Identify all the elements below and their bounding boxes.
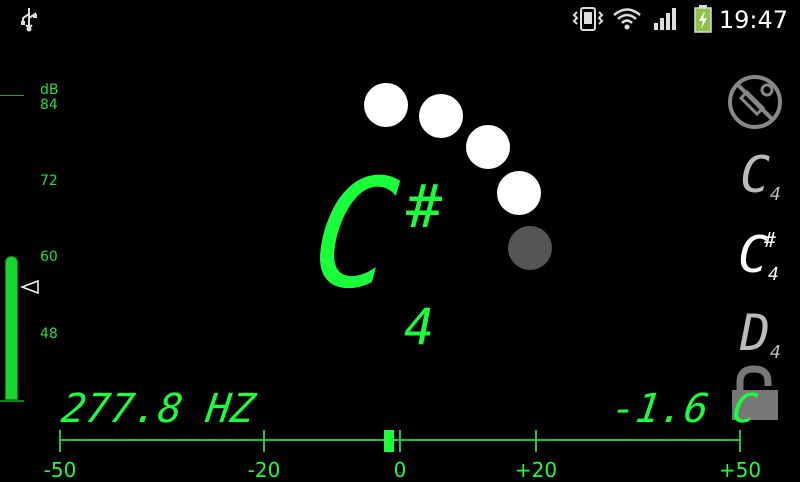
scale-tick: [739, 430, 741, 452]
cents-scale: -50 -20 0 +20 +50: [44, 430, 761, 482]
scale-tick: [263, 430, 265, 452]
note-sharp: #: [406, 172, 443, 242]
side-note-letter: D: [740, 304, 771, 362]
db-unit-label: dB: [40, 82, 59, 98]
side-note-octave: 4: [768, 264, 779, 285]
note-letter: C: [305, 148, 405, 322]
db-meter-base: [0, 400, 24, 402]
strobe-dot-faded: [508, 226, 552, 270]
side-note-letter: C: [740, 146, 771, 204]
wifi-icon: [613, 8, 641, 30]
usb-icon: [21, 8, 37, 32]
db-meter: dB 84 72 60 48: [0, 80, 70, 410]
mute-off-icon[interactable]: [727, 74, 783, 130]
clock: 19:47: [718, 6, 788, 34]
note-octave: 4: [404, 298, 435, 356]
db-level-bar: [5, 256, 18, 400]
scale-tick: [399, 430, 401, 452]
db-tick-label: 72: [40, 173, 58, 189]
db-tick-label: 60: [40, 249, 58, 265]
side-note-next[interactable]: D 4: [740, 308, 800, 368]
scale-tick: [59, 430, 61, 452]
battery-charging-icon: [694, 5, 712, 33]
db-threshold-marker-icon[interactable]: [20, 280, 40, 294]
strobe-dot: [497, 171, 541, 215]
strobe-dot: [466, 125, 510, 169]
scale-label: -20: [247, 458, 281, 482]
db-tick-label: 84: [40, 97, 58, 113]
cents-readout: -1.6 C: [608, 386, 760, 432]
frequency-readout: 277.8 HZ: [58, 386, 258, 432]
side-note-octave: 4: [770, 184, 781, 205]
scale-tick: [535, 430, 537, 452]
side-note-current[interactable]: C # 4: [738, 228, 798, 290]
db-reference-line: [0, 95, 24, 96]
scale-label: +50: [718, 458, 762, 482]
cents-needle: [384, 430, 395, 452]
strobe-dot: [364, 83, 408, 127]
side-note-sharp: #: [764, 228, 777, 252]
vibrate-icon: [572, 7, 604, 31]
strobe-dot: [419, 94, 463, 138]
db-tick-label: 48: [40, 326, 58, 342]
signal-icon: [654, 8, 676, 30]
side-note-previous[interactable]: C 4: [740, 150, 800, 210]
scale-label: +20: [514, 458, 558, 482]
side-note-octave: 4: [770, 342, 781, 363]
status-bar: 19:47: [0, 0, 800, 38]
scale-label: -50: [43, 458, 77, 482]
scale-label: 0: [393, 458, 407, 482]
